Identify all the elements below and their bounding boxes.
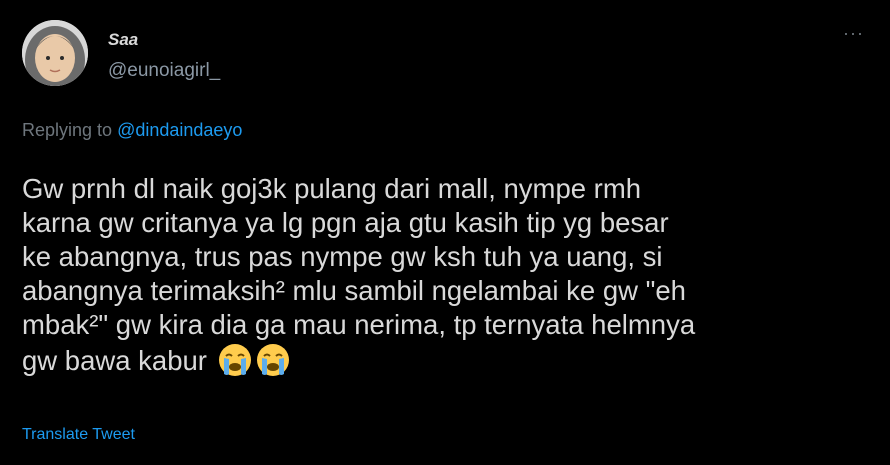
replying-to: Replying to @dindaindaeyo [22, 120, 242, 141]
loudly-crying-face-icon [255, 342, 291, 378]
translate-tweet-link[interactable]: Translate Tweet [22, 426, 135, 444]
tweet-text: Gw prnh dl naik goj3k pulang dari mall, … [22, 172, 872, 378]
user-handle[interactable]: @eunoiagirl_ [108, 60, 220, 82]
replying-to-label: Replying to [22, 120, 118, 140]
avatar[interactable] [22, 20, 88, 86]
tweet-card: Saa @eunoiagirl_ ··· Replying to @dindai… [0, 0, 890, 465]
loudly-crying-face-icon [217, 342, 253, 378]
tweet-text-content: Gw prnh dl naik goj3k pulang dari mall, … [22, 173, 696, 376]
display-name[interactable]: Saa [108, 30, 138, 50]
more-options-icon[interactable]: ··· [843, 24, 864, 42]
profile-photo-icon [22, 20, 88, 86]
mention-link[interactable]: @dindaindaeyo [117, 120, 242, 140]
